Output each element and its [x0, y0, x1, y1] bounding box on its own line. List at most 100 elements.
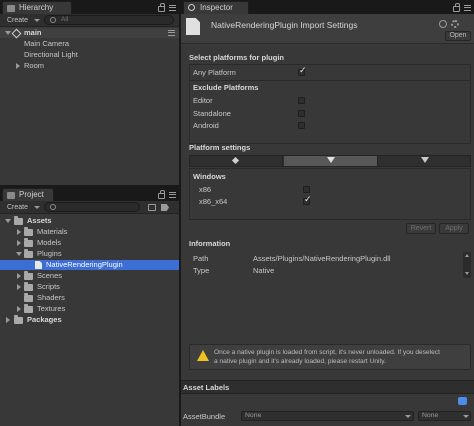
type-value: Native: [253, 266, 275, 275]
unity-logo-icon: [231, 156, 240, 165]
project-item-label: Textures: [37, 304, 66, 313]
project-item-materials[interactable]: Materials: [0, 227, 179, 237]
divider: [190, 80, 470, 81]
project-item-textures[interactable]: Textures: [0, 304, 179, 314]
exclude-android-checkbox[interactable]: [298, 122, 305, 129]
any-platform-checkbox[interactable]: [298, 66, 307, 76]
download-icon: [421, 157, 429, 163]
inspector-tabbar: Inspector: [181, 0, 474, 14]
x86-x64-checkbox[interactable]: [303, 195, 312, 205]
project-item-scenes[interactable]: Scenes: [0, 271, 179, 281]
folder-icon: [24, 304, 33, 313]
expand-arrow-icon[interactable]: [17, 229, 21, 235]
project-item-packages[interactable]: Packages: [0, 315, 179, 325]
tab-standalone-platform[interactable]: [284, 156, 378, 166]
settings-gear-icon[interactable]: [451, 20, 459, 28]
info-scrollbar[interactable]: [463, 252, 471, 278]
project-item-scripts[interactable]: Scripts: [0, 282, 179, 292]
folder-icon: [24, 293, 33, 302]
project-item-shaders[interactable]: Shaders: [0, 293, 179, 303]
create-dropdown[interactable]: Create: [4, 202, 42, 213]
project-item-label: Models: [37, 238, 62, 247]
info-icon: [188, 4, 195, 11]
expand-arrow-icon[interactable]: [16, 63, 20, 69]
tab-hierarchy[interactable]: Hierarchy: [2, 1, 72, 14]
scene-row[interactable]: main: [0, 28, 179, 39]
exclude-standalone-label: Standalone: [193, 109, 231, 118]
tab-project-label: Project: [19, 190, 44, 199]
tab-project[interactable]: Project: [2, 188, 54, 201]
exclude-standalone-checkbox[interactable]: [298, 110, 305, 117]
project-search-input[interactable]: [44, 202, 140, 212]
project-body: Create Assets Materials Models Plugins N…: [0, 201, 179, 426]
folder-icon: [14, 315, 23, 324]
expand-arrow-icon[interactable]: [17, 240, 21, 246]
inspector-panel: Inspector NativeRenderingPlugin Import S…: [181, 0, 474, 426]
windows-heading: Windows: [193, 172, 226, 181]
lock-icon[interactable]: [158, 190, 165, 199]
folder-tab-icon: [7, 192, 15, 199]
project-item-label: Scripts: [37, 282, 60, 291]
platform-tabs: [189, 155, 471, 167]
project-item-label: Materials: [37, 227, 68, 236]
filter-by-label-icon[interactable]: [161, 204, 169, 211]
hierarchy-tabbar: Hierarchy: [0, 0, 179, 14]
create-dropdown[interactable]: Create: [4, 15, 42, 26]
exclude-editor-checkbox[interactable]: [298, 97, 305, 104]
scroll-up-icon[interactable]: [465, 254, 469, 257]
project-item-models[interactable]: Models: [0, 238, 179, 248]
help-icon[interactable]: [439, 20, 447, 28]
expand-arrow-icon[interactable]: [5, 219, 11, 223]
expand-arrow-icon[interactable]: [17, 273, 21, 279]
asset-bundle-dropdown[interactable]: None: [241, 411, 414, 421]
folder-icon: [14, 216, 23, 225]
hierarchy-item-directional-light[interactable]: Directional Light: [24, 50, 78, 60]
folder-icon: [24, 271, 33, 280]
lock-icon[interactable]: [158, 3, 165, 12]
project-item-label: NativeRenderingPlugin: [46, 260, 123, 269]
expand-arrow-icon[interactable]: [6, 317, 10, 323]
inspector-title: NativeRenderingPlugin Import Settings: [211, 20, 358, 30]
panel-menu-icon[interactable]: [169, 192, 176, 198]
asset-bundle-label: AssetBundle: [183, 412, 226, 421]
plugin-file-icon: [186, 18, 200, 35]
project-item-native-rendering-plugin[interactable]: NativeRenderingPlugin: [0, 260, 179, 270]
project-item-assets[interactable]: Assets: [0, 216, 179, 226]
panel-menu-icon[interactable]: [169, 5, 176, 11]
project-item-plugins[interactable]: Plugins: [0, 249, 179, 259]
tab-editor-platform[interactable]: [190, 156, 283, 166]
expand-arrow-icon[interactable]: [17, 284, 21, 290]
expand-arrow-icon[interactable]: [17, 306, 21, 312]
path-value: Assets/Plugins/NativeRenderingPlugin.dll: [253, 254, 391, 263]
hierarchy-item-label: Directional Light: [24, 50, 78, 59]
project-item-label: Assets: [27, 216, 52, 225]
project-toolbar: Create: [0, 201, 179, 214]
label-tag-icon[interactable]: [458, 397, 467, 405]
open-button[interactable]: Open: [445, 31, 471, 41]
hierarchy-search-placeholder: All: [61, 16, 69, 23]
x86-checkbox[interactable]: [303, 186, 310, 193]
hierarchy-toolbar: Create All: [0, 14, 179, 27]
any-platform-label: Any Platform: [193, 68, 236, 77]
platform-settings-heading: Platform settings: [189, 143, 251, 152]
tab-inspector-label: Inspector: [200, 3, 233, 12]
panel-menu-icon[interactable]: [464, 5, 471, 11]
project-item-label: Scenes: [37, 271, 63, 280]
expand-arrow-icon[interactable]: [16, 252, 22, 256]
hierarchy-icon: [7, 5, 15, 12]
chevron-down-icon: [34, 19, 40, 22]
lock-icon[interactable]: [453, 3, 460, 12]
folder-icon: [24, 227, 33, 236]
tab-android-platform[interactable]: [379, 156, 470, 166]
apply-button[interactable]: Apply: [439, 223, 469, 234]
scene-menu-icon[interactable]: [168, 30, 175, 36]
hierarchy-search-input[interactable]: All: [44, 15, 174, 25]
tab-inspector[interactable]: Inspector: [183, 1, 249, 14]
x86-label: x86: [199, 185, 212, 194]
asset-bundle-variant-dropdown[interactable]: None: [418, 411, 471, 421]
revert-button[interactable]: Revert: [406, 223, 436, 234]
filter-by-type-icon[interactable]: [148, 204, 156, 211]
create-dropdown-label: Create: [7, 17, 29, 24]
hierarchy-item-main-camera[interactable]: Main Camera: [24, 39, 69, 49]
scroll-down-icon[interactable]: [465, 272, 469, 275]
